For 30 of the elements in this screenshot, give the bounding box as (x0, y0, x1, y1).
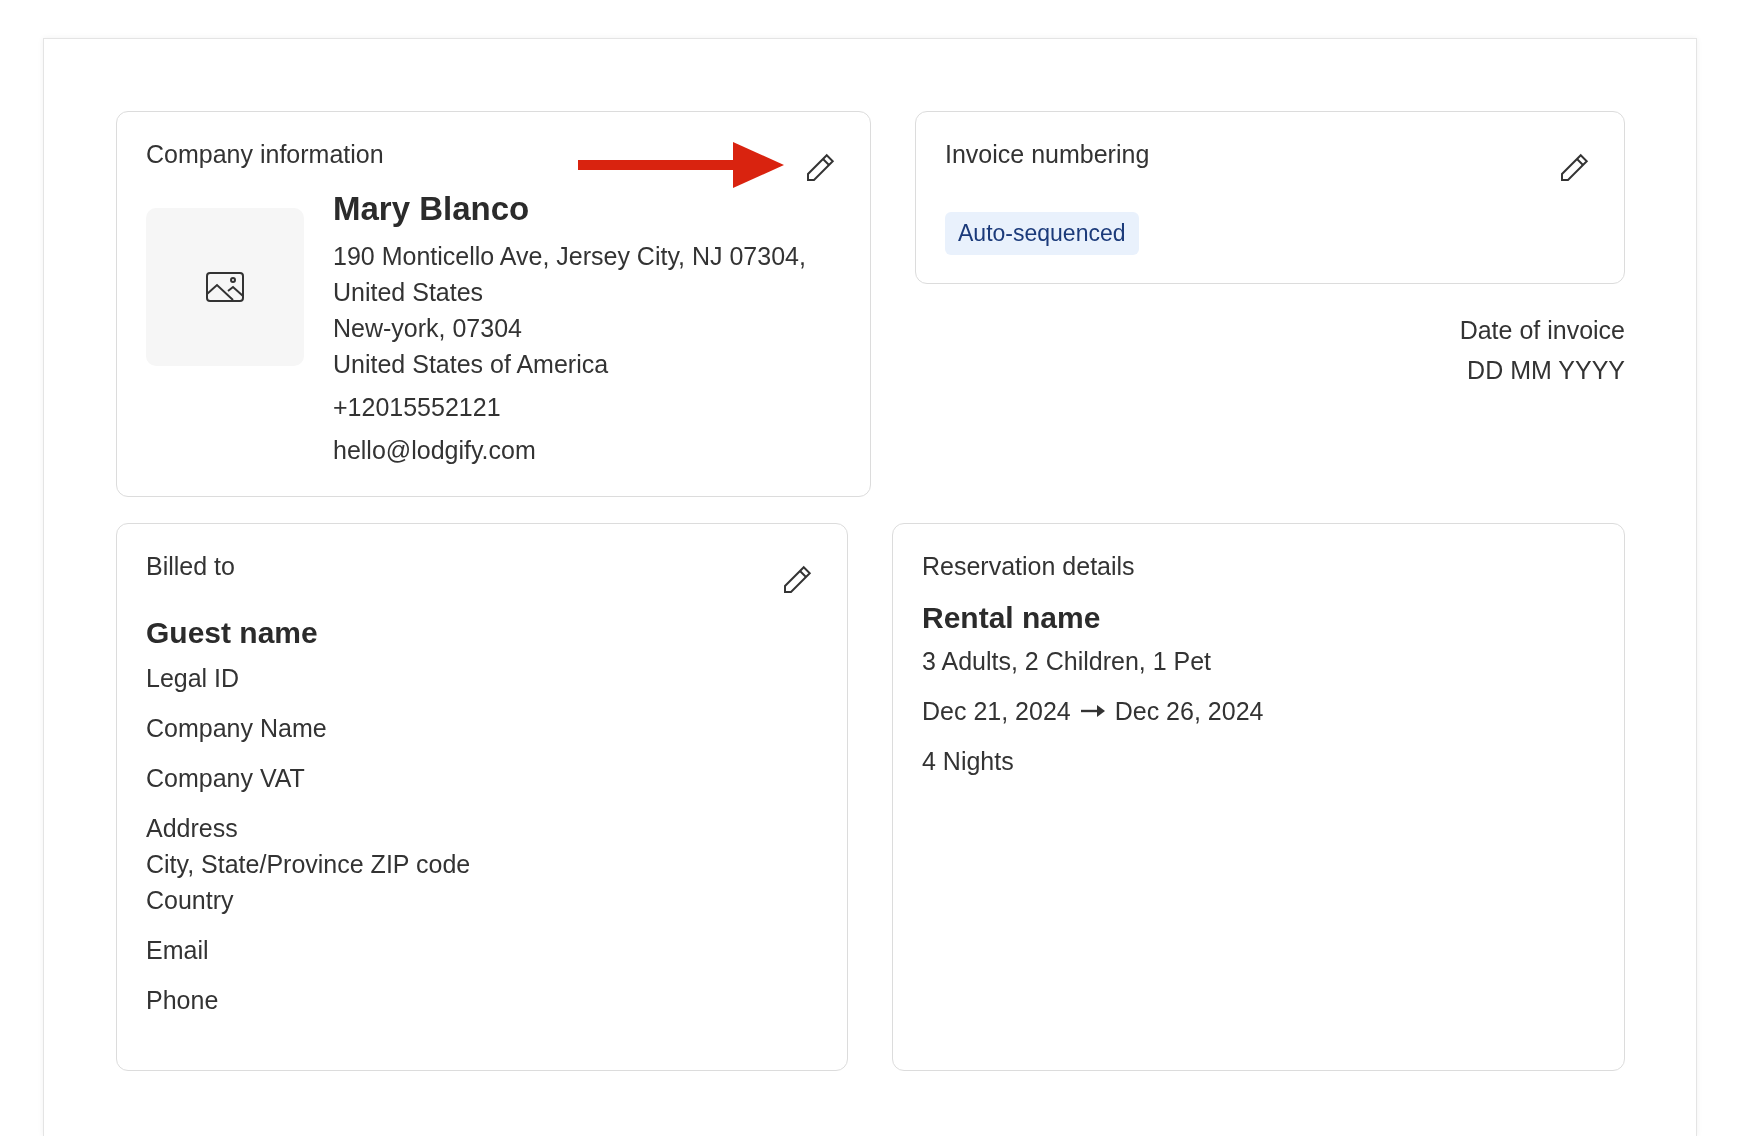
billing-field: Legal ID (146, 660, 819, 696)
address-line: New-york, 07304 (333, 313, 523, 344)
status-badge: Auto-sequenced (945, 212, 1139, 255)
image-icon (206, 272, 244, 302)
billing-field: Email (146, 932, 819, 968)
rental-name: Rental name (922, 601, 1102, 635)
guest-name: Guest name (146, 616, 319, 650)
date-value: DD MM YYYY (1466, 355, 1625, 386)
card-title: Billed to (146, 552, 235, 581)
billing-field: Address (146, 810, 819, 846)
billing-field: Phone (146, 982, 819, 1018)
billing-field: Country (146, 882, 819, 918)
billing-field: City, State/Province ZIP code (146, 846, 819, 882)
billing-field: Company Name (146, 710, 819, 746)
card-title: Company information (146, 140, 384, 169)
date-label: Date of invoice (1459, 315, 1625, 346)
email-text: hello@lodgify.com (333, 435, 537, 466)
address-line: United States of America (333, 349, 610, 380)
card-title: Reservation details (922, 552, 1136, 581)
phone-text: +12015552121 (333, 392, 502, 423)
guests-text: 3 Adults, 2 Children, 1 Pet (922, 646, 1213, 677)
arrow-right-icon (1080, 704, 1105, 718)
address-line: 190 Monticello Ave, Jersey City, NJ 07304, (333, 241, 806, 272)
check-in-date: Dec 21, 2024 (922, 696, 1071, 727)
nights-text: 4 Nights (922, 746, 1015, 777)
check-out-date: Dec 26, 2024 (1114, 696, 1264, 727)
address-line: United States (333, 277, 485, 308)
card-title: Invoice numbering (945, 140, 1150, 169)
company-name: Mary Blanco (333, 190, 531, 228)
billing-field: Company VAT (146, 760, 819, 796)
